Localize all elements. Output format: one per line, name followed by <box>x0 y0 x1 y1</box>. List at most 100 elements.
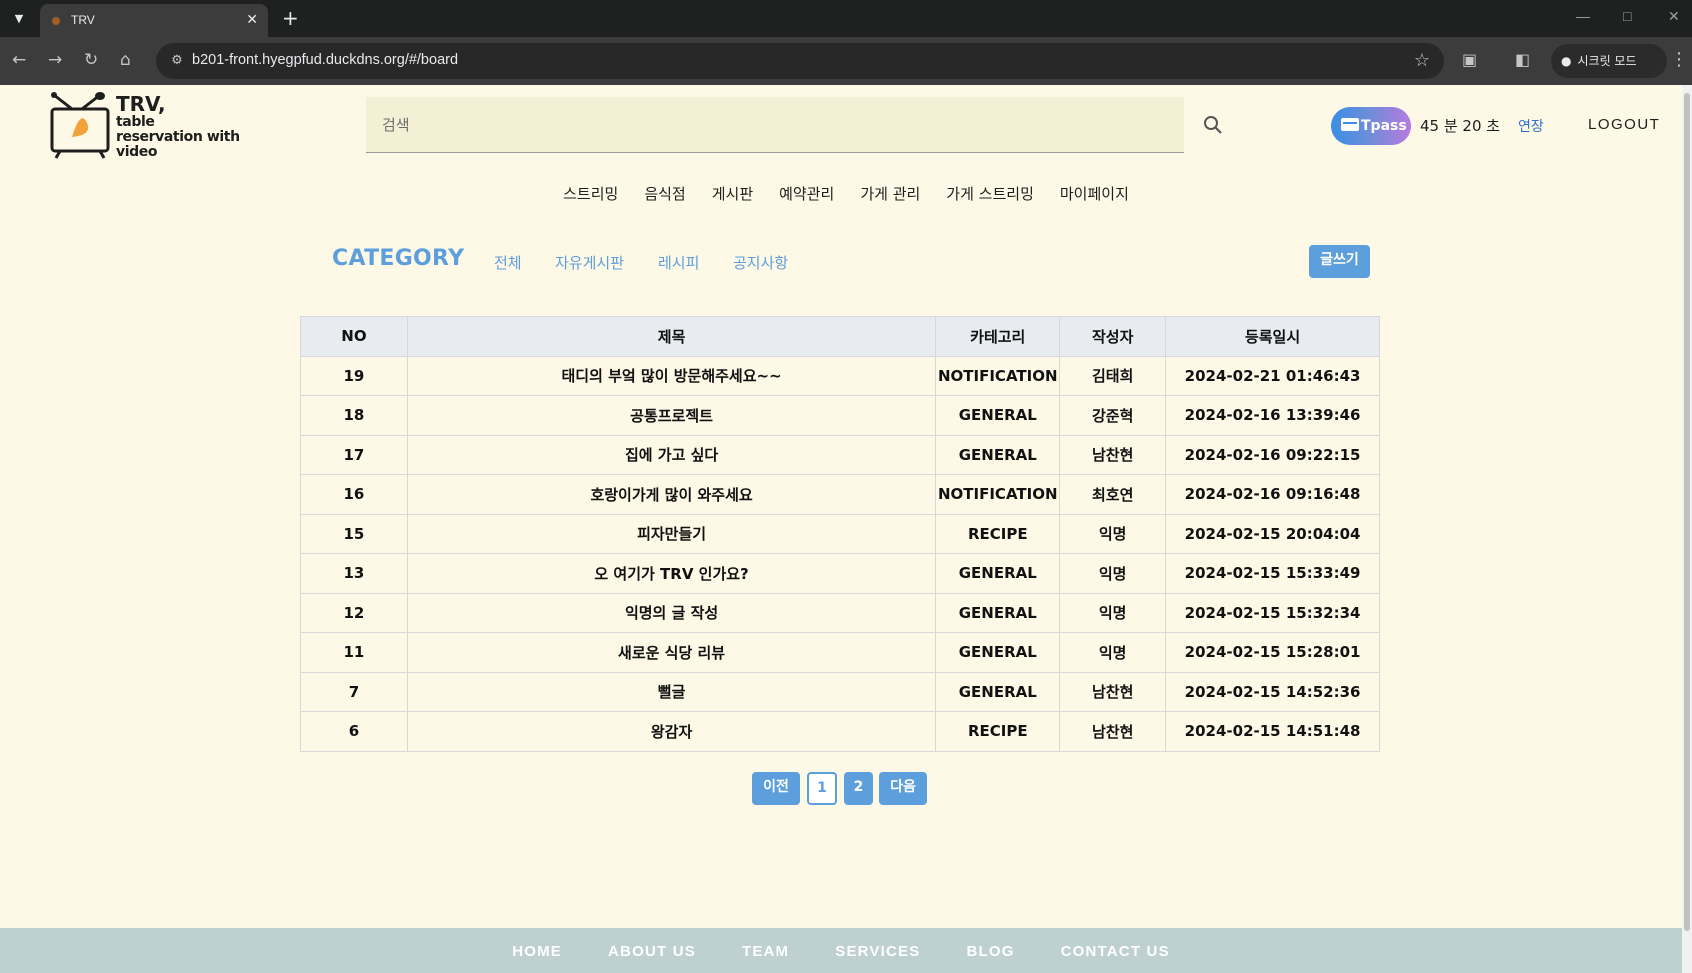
tab-search-icon[interactable]: ▼ <box>6 8 32 30</box>
cell-date: 2024-02-15 15:28:01 <box>1165 632 1380 673</box>
cell-title[interactable]: 집에 가고 싶다 <box>406 434 937 475</box>
back-icon[interactable]: ← <box>12 49 26 71</box>
page-scrollbar[interactable] <box>1682 85 1692 973</box>
cell-category: NOTIFICATION <box>935 474 1061 515</box>
table-row[interactable]: 11 새로운 식당 리뷰 GENERAL 익명 2024-02-15 15:28… <box>300 632 1380 673</box>
forward-icon[interactable]: → <box>48 49 62 71</box>
cell-title[interactable]: 태디의 부엌 많이 방문해주세요~~ <box>406 355 937 396</box>
cell-title[interactable]: 뻘글 <box>406 671 937 712</box>
address-bar[interactable]: ⚙ b201-front.hyegpfud.duckdns.org/#/boar… <box>156 43 1444 79</box>
cell-date: 2024-02-16 13:39:46 <box>1165 395 1380 436</box>
table-row[interactable]: 17 집에 가고 싶다 GENERAL 남찬현 2024-02-16 09:22… <box>300 434 1380 475</box>
cell-title[interactable]: 피자만들기 <box>406 513 937 554</box>
cell-date: 2024-02-15 14:51:48 <box>1165 711 1380 752</box>
table-row[interactable]: 6 왕감자 RECIPE 남찬현 2024-02-15 14:51:48 <box>300 711 1380 752</box>
page-button-1[interactable]: 1 <box>807 772 837 805</box>
site-info-icon[interactable]: ⚙ <box>168 52 186 70</box>
nav-item-store-streaming[interactable]: 가게 스트리밍 <box>946 183 1034 204</box>
write-post-button[interactable]: 글쓰기 <box>1309 245 1370 278</box>
board-table: NO 제목 카테고리 작성자 등록일시 19 태디의 부엌 많이 방문해주세요~… <box>300 316 1380 752</box>
cell-category: GENERAL <box>935 671 1061 712</box>
footer-link-home[interactable]: HOME <box>512 928 562 973</box>
nav-item-mypage[interactable]: 마이페이지 <box>1060 183 1129 204</box>
site-logo[interactable]: TRV, table reservation with video <box>50 91 250 161</box>
nav-item-streaming[interactable]: 스트리밍 <box>563 183 618 204</box>
url-text[interactable]: b201-front.hyegpfud.duckdns.org/#/board <box>192 52 458 68</box>
scrollbar-thumb[interactable] <box>1684 93 1690 931</box>
footer-link-contact[interactable]: CONTACT US <box>1061 928 1170 973</box>
cell-category: GENERAL <box>935 434 1061 475</box>
column-header-author: 작성자 <box>1059 316 1167 357</box>
cell-no: 15 <box>300 513 408 554</box>
browser-menu-icon[interactable]: ⋮ <box>1670 49 1688 70</box>
logo-line-2: table <box>116 114 155 130</box>
page-button-2[interactable]: 2 <box>844 772 873 805</box>
cell-title[interactable]: 익명의 글 작성 <box>406 592 937 633</box>
cell-category: GENERAL <box>935 632 1061 673</box>
footer-link-about[interactable]: ABOUT US <box>608 928 696 973</box>
home-icon[interactable]: ⌂ <box>120 49 131 71</box>
search-icon[interactable] <box>1202 114 1224 136</box>
nav-item-reservations[interactable]: 예약관리 <box>779 183 834 204</box>
extend-link[interactable]: 연장 <box>1518 116 1544 136</box>
table-row[interactable]: 16 호랑이가게 많이 와주세요 NOTIFICATION 최호연 2024-0… <box>300 474 1380 515</box>
nav-item-board[interactable]: 게시판 <box>712 183 753 204</box>
table-row[interactable]: 15 피자만들기 RECIPE 익명 2024-02-15 20:04:04 <box>300 513 1380 554</box>
incognito-indicator[interactable]: ● 시크릿 모드 <box>1551 44 1667 78</box>
cell-title[interactable]: 오 여기가 TRV 인가요? <box>406 553 937 594</box>
category-notice[interactable]: 공지사항 <box>733 252 788 273</box>
cell-title[interactable]: 왕감자 <box>406 711 937 752</box>
table-row[interactable]: 18 공통프로젝트 GENERAL 강준혁 2024-02-16 13:39:4… <box>300 395 1380 436</box>
extensions-icon[interactable]: ▣ <box>1462 50 1477 69</box>
cell-no: 19 <box>300 355 408 396</box>
cell-no: 16 <box>300 474 408 515</box>
footer-link-services[interactable]: SERVICES <box>835 928 920 973</box>
cell-no: 12 <box>300 592 408 633</box>
new-tab-icon[interactable]: + <box>282 6 299 30</box>
close-window-icon[interactable]: ✕ <box>1668 8 1680 25</box>
cell-category: NOTIFICATION <box>935 355 1061 396</box>
next-page-button[interactable]: 다음 <box>879 772 927 805</box>
cell-category: GENERAL <box>935 592 1061 633</box>
footer-link-blog[interactable]: BLOG <box>966 928 1014 973</box>
maximize-icon[interactable]: □ <box>1623 8 1631 24</box>
cell-date: 2024-02-21 01:46:43 <box>1165 355 1380 396</box>
category-recipe[interactable]: 레시피 <box>658 252 699 273</box>
cell-author: 김태희 <box>1059 355 1167 396</box>
cell-no: 11 <box>300 632 408 673</box>
bookmark-star-icon[interactable]: ☆ <box>1414 50 1430 71</box>
incognito-icon: ● <box>1561 54 1572 68</box>
logout-button[interactable]: LOGOUT <box>1588 116 1660 133</box>
footer-link-team[interactable]: TEAM <box>742 928 789 973</box>
table-row[interactable]: 19 태디의 부엌 많이 방문해주세요~~ NOTIFICATION 김태희 2… <box>300 355 1380 396</box>
browser-tab[interactable]: TRV ✕ <box>40 4 268 37</box>
minimize-icon[interactable]: — <box>1576 8 1590 24</box>
close-tab-icon[interactable]: ✕ <box>246 11 258 28</box>
table-row[interactable]: 12 익명의 글 작성 GENERAL 익명 2024-02-15 15:32:… <box>300 592 1380 633</box>
cell-category: RECIPE <box>935 711 1061 752</box>
category-free-board[interactable]: 자유게시판 <box>555 252 624 273</box>
cell-author: 익명 <box>1059 513 1167 554</box>
search-input[interactable] <box>366 97 1184 152</box>
table-row[interactable]: 7 뻘글 GENERAL 남찬현 2024-02-15 14:52:36 <box>300 671 1380 712</box>
cell-no: 17 <box>300 434 408 475</box>
favicon-icon <box>52 17 60 25</box>
table-row[interactable]: 13 오 여기가 TRV 인가요? GENERAL 익명 2024-02-15 … <box>300 553 1380 594</box>
reload-icon[interactable]: ↻ <box>84 49 98 71</box>
cell-title[interactable]: 호랑이가게 많이 와주세요 <box>406 474 937 515</box>
cell-title[interactable]: 공통프로젝트 <box>406 395 937 436</box>
category-all[interactable]: 전체 <box>494 252 522 273</box>
prev-page-button[interactable]: 이전 <box>752 772 800 805</box>
nav-item-restaurants[interactable]: 음식점 <box>644 183 685 204</box>
column-header-no: NO <box>300 316 408 357</box>
cell-date: 2024-02-16 09:22:15 <box>1165 434 1380 475</box>
search-box <box>366 97 1184 153</box>
cell-title[interactable]: 새로운 식당 리뷰 <box>406 632 937 673</box>
tpass-badge[interactable]: Tpass <box>1331 107 1411 145</box>
cell-no: 18 <box>300 395 408 436</box>
side-panel-icon[interactable]: ◧ <box>1515 50 1530 69</box>
cell-category: GENERAL <box>935 553 1061 594</box>
logo-line-3: reservation with <box>116 129 240 145</box>
cell-author: 남찬현 <box>1059 434 1167 475</box>
nav-item-store-management[interactable]: 가게 관리 <box>860 183 920 204</box>
